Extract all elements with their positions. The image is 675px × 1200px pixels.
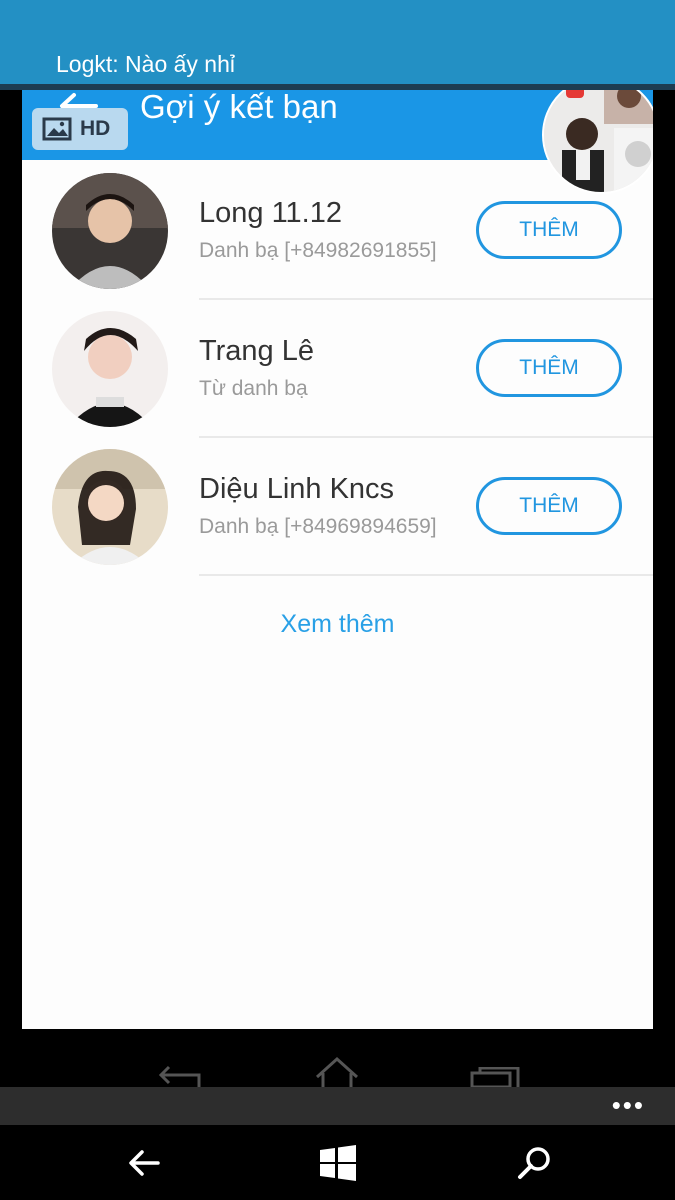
row-divider bbox=[199, 574, 653, 576]
suggestion-row: Long 11.12 Danh bạ [+84982691855] THÊM bbox=[22, 161, 653, 300]
suggestion-subtitle: Danh bạ [+84969894659] bbox=[199, 515, 437, 538]
android-recents-icon bbox=[470, 1067, 520, 1087]
suggestion-subtitle: Danh bạ [+84982691855] bbox=[199, 239, 437, 262]
hd-badge[interactable]: HD bbox=[32, 108, 128, 150]
android-nav-bar bbox=[0, 1029, 675, 1087]
android-home-icon bbox=[315, 1056, 359, 1087]
see-more-link[interactable]: Xem thêm bbox=[22, 610, 653, 639]
suggestion-name: Long 11.12 bbox=[199, 197, 342, 229]
more-options-button[interactable]: ••• bbox=[612, 1092, 645, 1118]
avatar[interactable] bbox=[52, 173, 168, 289]
hd-label: HD bbox=[80, 117, 111, 140]
back-icon[interactable] bbox=[124, 1143, 164, 1183]
suggestion-subtitle: Từ danh bạ bbox=[199, 377, 308, 400]
avatar[interactable] bbox=[52, 449, 168, 565]
add-friend-button[interactable]: THÊM bbox=[476, 201, 622, 259]
photo-app-title: Gợi ý kết bạn bbox=[140, 90, 338, 125]
windows-app-bar: ••• bbox=[0, 1087, 675, 1125]
windows-start-icon[interactable] bbox=[318, 1143, 358, 1183]
top-header: Logkt: Nào ấy nhỉ bbox=[0, 0, 675, 84]
shared-photo[interactable]: Gợi ý kết bạn HD Long 11.12 Danh bạ [+84… bbox=[22, 90, 653, 1029]
suggestion-name: Diệu Linh Kncs bbox=[199, 473, 395, 505]
avatar[interactable] bbox=[52, 311, 168, 427]
add-friend-button[interactable]: THÊM bbox=[476, 339, 622, 397]
suggestion-row: Trang Lê Từ danh bạ THÊM bbox=[22, 299, 653, 438]
suggestion-name: Trang Lê bbox=[199, 335, 314, 367]
suggestion-row: Diệu Linh Kncs Danh bạ [+84969894659] TH… bbox=[22, 437, 653, 576]
header-title: Logkt: Nào ấy nhỉ bbox=[56, 51, 236, 77]
search-icon[interactable] bbox=[515, 1143, 555, 1183]
notification-badge bbox=[566, 90, 584, 98]
image-icon bbox=[42, 117, 72, 141]
windows-nav-bar bbox=[0, 1125, 675, 1200]
android-back-icon bbox=[158, 1065, 201, 1087]
add-friend-button[interactable]: THÊM bbox=[476, 477, 622, 535]
